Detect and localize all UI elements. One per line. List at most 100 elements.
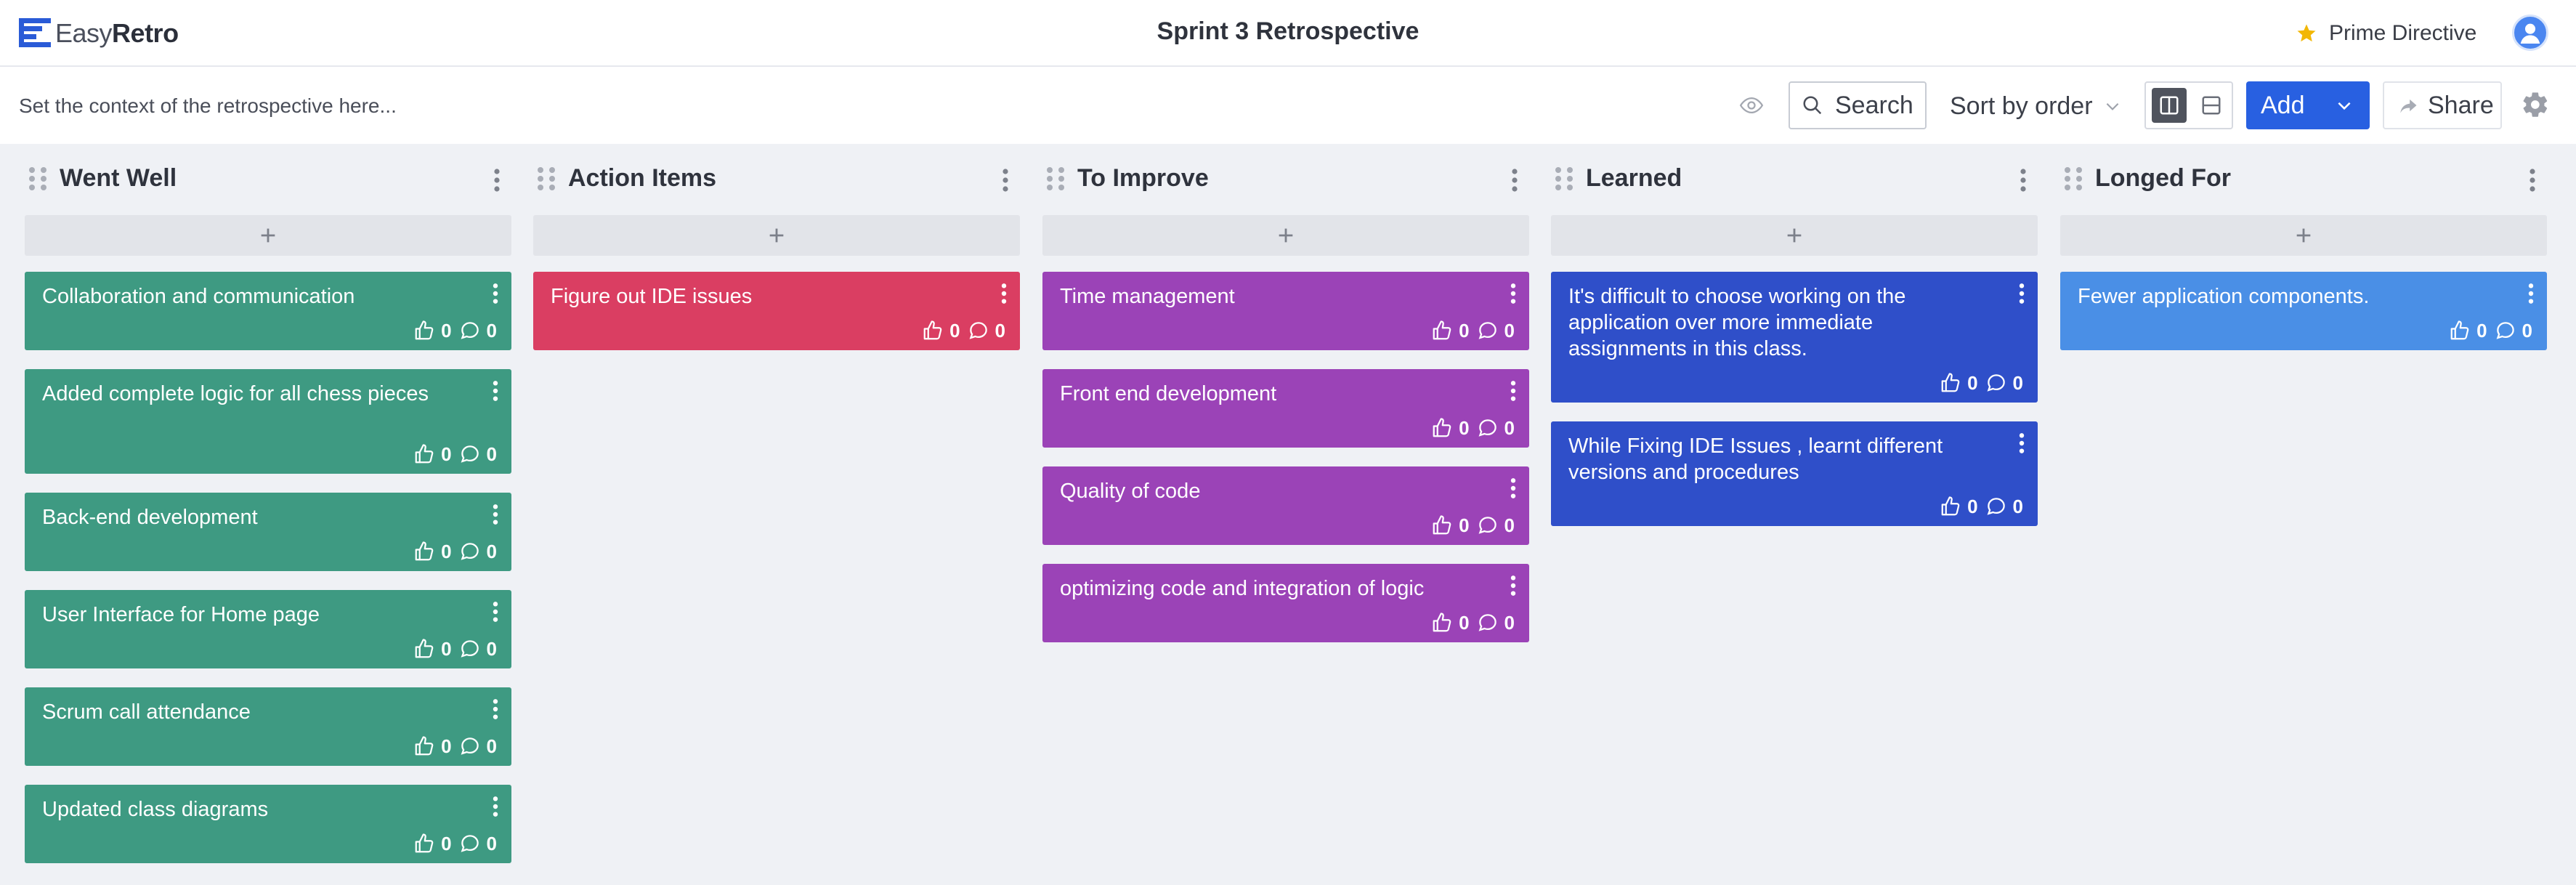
like-count: 0 bbox=[1967, 371, 1978, 394]
more-vertical-icon[interactable] bbox=[487, 503, 504, 526]
column-action-items: Action Items Figure out IDE issues 0 0 bbox=[533, 144, 1020, 350]
more-vertical-icon[interactable] bbox=[487, 795, 504, 818]
drag-handle-icon[interactable] bbox=[1045, 166, 1066, 192]
retro-card[interactable]: Quality of code 0 0 bbox=[1042, 466, 1529, 545]
add-button[interactable]: Add bbox=[2246, 81, 2370, 129]
retro-card[interactable]: Added complete logic for all chess piece… bbox=[25, 369, 511, 474]
thumbs-up-icon[interactable] bbox=[1940, 372, 1961, 394]
comment-count: 0 bbox=[1504, 611, 1515, 634]
column-learned: Learned It's difficult to choose working … bbox=[1551, 144, 2038, 526]
more-vertical-icon[interactable] bbox=[995, 167, 1016, 193]
card-text: Scrum call attendance bbox=[42, 700, 251, 724]
add-card-button[interactable] bbox=[533, 215, 1020, 256]
thumbs-up-icon[interactable] bbox=[1431, 612, 1453, 634]
app-header: EasyRetro Sprint 3 Retrospective Prime D… bbox=[0, 0, 2576, 67]
gear-icon[interactable] bbox=[2521, 90, 2550, 119]
column-went-well: Went Well Collaboration and communication… bbox=[25, 144, 511, 863]
thumbs-up-icon[interactable] bbox=[413, 541, 435, 562]
more-vertical-icon[interactable] bbox=[487, 379, 504, 403]
drag-handle-icon[interactable] bbox=[2063, 166, 2083, 192]
comment-icon[interactable] bbox=[459, 541, 481, 562]
retro-card[interactable]: Updated class diagrams 0 0 bbox=[25, 785, 511, 863]
column-title[interactable]: To Improve bbox=[1077, 164, 1209, 193]
column-title[interactable]: Went Well bbox=[60, 164, 177, 193]
comment-icon[interactable] bbox=[1985, 496, 2007, 517]
retro-card[interactable]: It's difficult to choose working on the … bbox=[1551, 272, 2038, 403]
more-vertical-icon[interactable] bbox=[2522, 282, 2540, 305]
thumbs-up-icon[interactable] bbox=[1940, 496, 1961, 517]
thumbs-up-icon[interactable] bbox=[922, 320, 944, 342]
thumbs-up-icon[interactable] bbox=[413, 735, 435, 757]
sort-dropdown[interactable]: Sort by order bbox=[1950, 89, 2122, 124]
retro-card[interactable]: Fewer application components. 0 0 bbox=[2060, 272, 2547, 350]
comment-icon[interactable] bbox=[1477, 514, 1499, 536]
thumbs-up-icon[interactable] bbox=[1431, 514, 1453, 536]
card-text: Quality of code bbox=[1060, 480, 1201, 503]
easyretro-logo[interactable]: EasyRetro bbox=[19, 17, 179, 49]
comment-icon[interactable] bbox=[1477, 320, 1499, 342]
more-vertical-icon[interactable] bbox=[487, 282, 504, 305]
column-title[interactable]: Longed For bbox=[2095, 164, 2231, 193]
more-vertical-icon[interactable] bbox=[487, 167, 507, 193]
comment-icon[interactable] bbox=[968, 320, 989, 342]
retro-card[interactable]: Scrum call attendance 0 0 bbox=[25, 687, 511, 766]
retro-card[interactable]: Time management 0 0 bbox=[1042, 272, 1529, 350]
column-title[interactable]: Action Items bbox=[568, 164, 716, 193]
drag-handle-icon[interactable] bbox=[536, 166, 556, 192]
board-toolbar: Set the context of the retrospective her… bbox=[0, 67, 2576, 144]
thumbs-up-icon[interactable] bbox=[413, 638, 435, 660]
thumbs-up-icon[interactable] bbox=[1431, 417, 1453, 439]
more-vertical-icon[interactable] bbox=[1504, 379, 1522, 403]
comment-icon[interactable] bbox=[1477, 612, 1499, 634]
drag-handle-icon[interactable] bbox=[28, 166, 48, 192]
row-view-button[interactable] bbox=[2194, 88, 2229, 123]
retro-card[interactable]: Front end development 0 0 bbox=[1042, 369, 1529, 448]
thumbs-up-icon[interactable] bbox=[413, 833, 435, 854]
prime-directive-button[interactable]: Prime Directive bbox=[2296, 19, 2476, 48]
comment-icon[interactable] bbox=[459, 833, 481, 854]
share-button[interactable]: Share bbox=[2383, 81, 2502, 129]
comment-icon[interactable] bbox=[2495, 320, 2516, 342]
retro-card[interactable]: Figure out IDE issues 0 0 bbox=[533, 272, 1020, 350]
column-view-button[interactable] bbox=[2152, 88, 2187, 123]
more-vertical-icon[interactable] bbox=[995, 282, 1013, 305]
more-vertical-icon[interactable] bbox=[487, 698, 504, 721]
add-card-button[interactable] bbox=[2060, 215, 2547, 256]
column-header: Went Well bbox=[25, 144, 511, 214]
eye-icon[interactable] bbox=[1739, 93, 1764, 118]
search-button[interactable]: Search bbox=[1789, 81, 1927, 129]
retro-card[interactable]: User Interface for Home page 0 0 bbox=[25, 590, 511, 668]
retro-card[interactable]: While Fixing IDE Issues , learnt differe… bbox=[1551, 421, 2038, 526]
comment-icon[interactable] bbox=[1477, 417, 1499, 439]
thumbs-up-icon[interactable] bbox=[2449, 320, 2471, 342]
comment-icon[interactable] bbox=[459, 443, 481, 465]
comment-icon[interactable] bbox=[459, 320, 481, 342]
more-vertical-icon[interactable] bbox=[1504, 574, 1522, 597]
comment-icon[interactable] bbox=[459, 735, 481, 757]
more-vertical-icon[interactable] bbox=[487, 600, 504, 623]
more-vertical-icon[interactable] bbox=[2522, 167, 2543, 193]
more-vertical-icon[interactable] bbox=[1504, 167, 1525, 193]
retro-card[interactable]: optimizing code and integration of logic… bbox=[1042, 564, 1529, 642]
retro-card[interactable]: Back-end development 0 0 bbox=[25, 493, 511, 571]
add-card-button[interactable] bbox=[1551, 215, 2038, 256]
retro-context-field[interactable]: Set the context of the retrospective her… bbox=[19, 94, 397, 118]
more-vertical-icon[interactable] bbox=[2013, 282, 2030, 305]
comment-icon[interactable] bbox=[459, 638, 481, 660]
board-title[interactable]: Sprint 3 Retrospective bbox=[1157, 17, 1419, 45]
retro-card[interactable]: Collaboration and communication 0 0 bbox=[25, 272, 511, 350]
comment-count: 0 bbox=[486, 442, 497, 465]
add-card-button[interactable] bbox=[1042, 215, 1529, 256]
user-avatar[interactable] bbox=[2512, 15, 2548, 51]
comment-icon[interactable] bbox=[1985, 372, 2007, 394]
thumbs-up-icon[interactable] bbox=[413, 443, 435, 465]
column-title[interactable]: Learned bbox=[1586, 164, 1682, 193]
more-vertical-icon[interactable] bbox=[2013, 167, 2033, 193]
more-vertical-icon[interactable] bbox=[1504, 477, 1522, 500]
thumbs-up-icon[interactable] bbox=[413, 320, 435, 342]
thumbs-up-icon[interactable] bbox=[1431, 320, 1453, 342]
more-vertical-icon[interactable] bbox=[2013, 432, 2030, 455]
add-card-button[interactable] bbox=[25, 215, 511, 256]
more-vertical-icon[interactable] bbox=[1504, 282, 1522, 305]
drag-handle-icon[interactable] bbox=[1554, 166, 1574, 192]
